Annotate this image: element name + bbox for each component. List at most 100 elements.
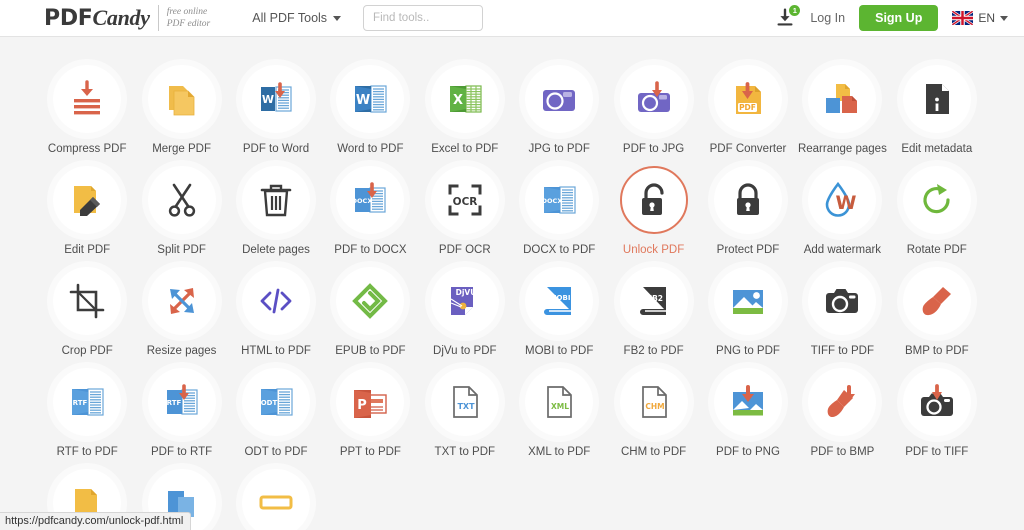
tool-label: PDF to PNG <box>716 446 780 458</box>
tool-delete-pages[interactable]: Delete pages <box>229 156 323 257</box>
tool-label: Resize pages <box>146 345 217 357</box>
tool-partial-42[interactable] <box>229 459 323 530</box>
tool-edit-metadata[interactable]: Edit metadata <box>890 55 984 156</box>
tool-pdf-to-docx[interactable]: DOCX PDF to DOCX <box>323 156 417 257</box>
tool-djvu-to-pdf[interactable]: DjVU DjVu to PDF <box>418 257 512 358</box>
tool-epub-to-pdf[interactable]: EPUB to PDF <box>323 257 417 358</box>
tool-icon-circle: FB2 <box>619 267 688 335</box>
tool-pdf-to-word[interactable]: W PDF to Word <box>229 55 323 156</box>
tool-label: XML to PDF <box>528 446 591 458</box>
uk-flag-icon <box>952 11 974 25</box>
tool-tiff-to-pdf[interactable]: TIFF to PDF <box>795 257 889 358</box>
tool-crop-pdf[interactable]: Crop PDF <box>40 257 134 358</box>
search-input[interactable] <box>363 5 484 31</box>
tool-icon-circle <box>53 166 122 234</box>
lock-icon <box>728 180 768 220</box>
downloads-button[interactable]: 1 <box>774 5 801 29</box>
tool-label: JPG to PDF <box>528 143 590 155</box>
tool-ppt-to-pdf[interactable]: P PPT to PDF <box>323 358 417 459</box>
fb2-icon: FB2 <box>634 281 674 321</box>
language-label: EN <box>978 11 995 25</box>
tool-compress-pdf[interactable]: Compress PDF <box>40 55 134 156</box>
paintbrush-icon <box>917 281 957 321</box>
tool-pdf-to-bmp[interactable]: PDF to BMP <box>795 358 889 459</box>
tool-unlock-pdf[interactable]: Unlock PDF <box>606 156 700 257</box>
logo-pdf-text: PDF <box>44 6 93 31</box>
tool-mobi-to-pdf[interactable]: MOBI MOBI to PDF <box>512 257 606 358</box>
tool-jpg-to-pdf[interactable]: JPG to PDF <box>512 55 606 156</box>
tool-icon-circle: TXT <box>430 368 499 436</box>
tool-txt-to-pdf[interactable]: TXT TXT to PDF <box>418 358 512 459</box>
tool-pdf-converter[interactable]: PDF PDF Converter <box>701 55 795 156</box>
tool-edit-pdf[interactable]: Edit PDF <box>40 156 134 257</box>
site-logo[interactable]: PDFCandy free online PDF editor <box>44 5 210 31</box>
tool-label: PDF Converter <box>709 143 787 155</box>
tool-label: FB2 to PDF <box>623 345 684 357</box>
tool-label: DOCX to PDF <box>523 244 596 256</box>
login-link[interactable]: Log In <box>810 11 845 25</box>
svg-text:DOCX: DOCX <box>352 197 373 205</box>
tool-bmp-to-pdf[interactable]: BMP to PDF <box>890 257 984 358</box>
tool-rearrange-pages[interactable]: Rearrange pages <box>795 55 889 156</box>
tool-label: CHM to PDF <box>621 446 687 458</box>
tool-label: PPT to PDF <box>339 446 401 458</box>
tool-png-to-pdf[interactable]: PNG to PDF <box>701 257 795 358</box>
tool-resize-pages[interactable]: Resize pages <box>134 257 228 358</box>
tool-excel-to-pdf[interactable]: X Excel to PDF <box>418 55 512 156</box>
tools-grid: Compress PDF Merge PDF W PDF to Word W Word t… <box>0 37 1024 530</box>
tool-rotate-pdf[interactable]: Rotate PDF <box>890 156 984 257</box>
logo-candy-text: Candy <box>92 5 150 30</box>
tool-chm-to-pdf[interactable]: CHM CHM to PDF <box>606 358 700 459</box>
tool-protect-pdf[interactable]: Protect PDF <box>701 156 795 257</box>
tool-icon-circle: CHM <box>619 368 688 436</box>
tool-icon-circle <box>713 267 782 335</box>
tool-icon-circle <box>713 166 782 234</box>
tool-icon-circle <box>147 166 216 234</box>
tool-label: Delete pages <box>242 244 310 256</box>
tool-label: Crop PDF <box>61 345 113 357</box>
signup-button[interactable]: Sign Up <box>859 5 939 31</box>
tool-label: EPUB to PDF <box>335 345 406 357</box>
tool-merge-pdf[interactable]: Merge PDF <box>134 55 228 156</box>
tool-pdf-to-jpg[interactable]: PDF to JPG <box>606 55 700 156</box>
tool-label: RTF to PDF <box>56 446 118 458</box>
tool-add-watermark[interactable]: W Add watermark <box>795 156 889 257</box>
all-pdf-tools-label: All PDF Tools <box>252 11 328 25</box>
tool-icon-circle: DOCX <box>525 166 594 234</box>
tool-word-to-pdf[interactable]: W Word to PDF <box>323 55 417 156</box>
odt-to-pdf-icon: ODT <box>256 382 296 422</box>
all-pdf-tools-menu[interactable]: All PDF Tools <box>252 11 342 25</box>
mobi-icon: MOBI <box>539 281 579 321</box>
tool-html-to-pdf[interactable]: HTML to PDF <box>229 257 323 358</box>
tool-pdf-ocr[interactable]: OCR PDF OCR <box>418 156 512 257</box>
pdf-to-bmp-icon <box>822 382 862 422</box>
tool-label: Rearrange pages <box>797 143 887 155</box>
language-selector[interactable]: EN <box>952 11 1008 25</box>
svg-text:W: W <box>356 93 370 108</box>
trash-icon <box>256 180 296 220</box>
pdf-to-rtf-icon: RTF <box>162 382 202 422</box>
tool-xml-to-pdf[interactable]: XML XML to PDF <box>512 358 606 459</box>
tool-pdf-to-tiff[interactable]: PDF to TIFF <box>890 358 984 459</box>
tool-icon-circle <box>713 368 782 436</box>
pdf-to-word-icon: W <box>256 79 296 119</box>
tool-icon-circle: MOBI <box>525 267 594 335</box>
svg-text:FB2: FB2 <box>647 294 663 303</box>
svg-text:W: W <box>836 192 857 214</box>
tool-icon-circle <box>619 65 688 133</box>
tool-icon-circle <box>336 267 405 335</box>
tool-pdf-to-rtf[interactable]: RTF PDF to RTF <box>134 358 228 459</box>
tool-rtf-to-pdf[interactable]: RTF RTF to PDF <box>40 358 134 459</box>
tool-pdf-to-png[interactable]: PDF to PNG <box>701 358 795 459</box>
svg-text:RTF: RTF <box>73 399 88 407</box>
tool-split-pdf[interactable]: Split PDF <box>134 156 228 257</box>
tool-docx-to-pdf[interactable]: DOCX DOCX to PDF <box>512 156 606 257</box>
language-chevron-down-icon <box>1000 15 1008 21</box>
svg-text:X: X <box>453 93 463 108</box>
tool-label: MOBI to PDF <box>525 345 594 357</box>
tool-label: PDF OCR <box>438 244 491 256</box>
tool-fb2-to-pdf[interactable]: FB2 FB2 to PDF <box>606 257 700 358</box>
tool-label: PDF to DOCX <box>334 244 407 256</box>
tool-odt-to-pdf[interactable]: ODT ODT to PDF <box>229 358 323 459</box>
tool-icon-circle <box>53 267 122 335</box>
